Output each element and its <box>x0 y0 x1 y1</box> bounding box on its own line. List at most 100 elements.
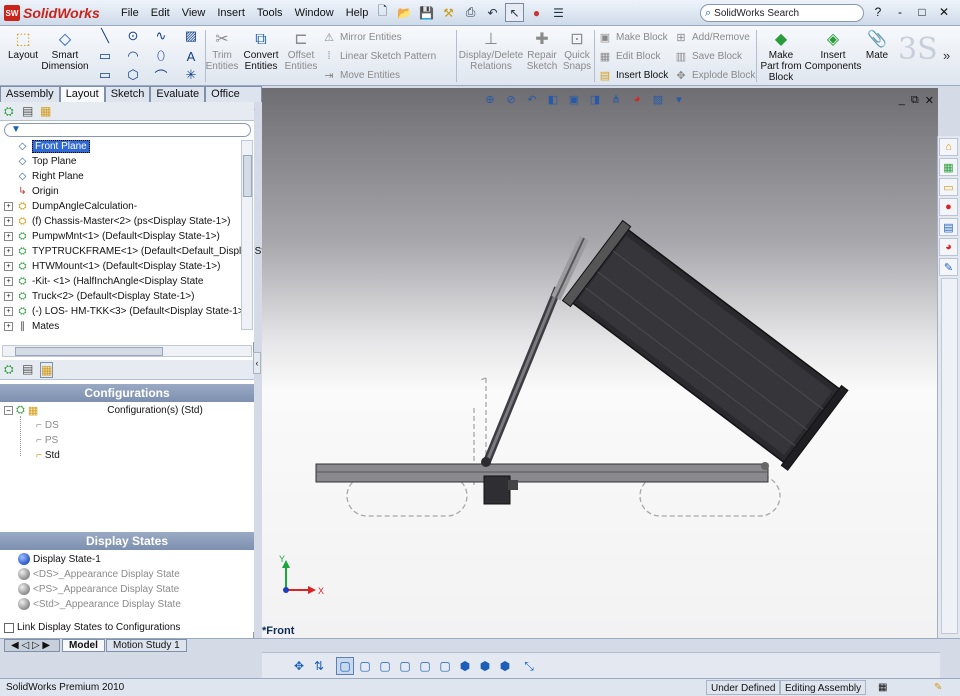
config-item-ps[interactable]: ⌐ PS <box>36 435 58 446</box>
pan-icon[interactable]: ✥ <box>290 657 308 675</box>
tree-node[interactable]: + ∥ Mates <box>4 319 59 334</box>
tree-node[interactable]: ↳ Origin <box>4 184 58 199</box>
expand-icon[interactable]: + <box>4 277 13 286</box>
linear-pattern-button[interactable]: ⁞ Linear Sketch Pattern <box>322 49 436 63</box>
tree-horizontal-scrollbar[interactable] <box>2 345 252 357</box>
insert-block-button[interactable]: ▤ Insert Block <box>598 68 668 82</box>
property-manager-tab-icon[interactable]: ▤ <box>22 104 33 118</box>
trim-entities-button[interactable]: ✂ Trim Entities <box>206 28 239 72</box>
feature-manager-tab-icon[interactable]: ⛭ <box>4 362 14 377</box>
right-view-icon[interactable]: ▢ <box>396 657 414 675</box>
expand-icon[interactable]: + <box>4 232 13 241</box>
make-block-button[interactable]: ▣ Make Block <box>598 30 668 44</box>
display-state-item[interactable]: Display State-1 <box>18 553 101 565</box>
explode-block-button[interactable]: ✥ Explode Block <box>674 68 755 82</box>
quick-snaps-button[interactable]: ⊡ Quick Snaps <box>562 28 592 72</box>
spline-tool-icon[interactable]: ∿ <box>148 27 174 45</box>
ellipse-tool-icon[interactable]: ⬯ <box>148 47 174 65</box>
graphics-area[interactable]: Y X _ ⧉ ✕ <box>262 88 938 638</box>
edit-appearance-icon[interactable]: ◕ <box>629 91 645 107</box>
solidworks-logo[interactable]: SW SolidWorks <box>4 4 100 22</box>
isometric-view-icon[interactable]: ⬢ <box>456 657 474 675</box>
tab-office-products[interactable]: Office Products <box>205 86 262 114</box>
menu-insert[interactable]: Insert <box>211 6 251 20</box>
smart-dimension-button[interactable]: ◇ Smart Dimension <box>41 28 88 72</box>
tree-node[interactable]: ◇ Right Plane <box>4 169 84 184</box>
menu-tools[interactable]: Tools <box>251 6 289 20</box>
expand-icon[interactable]: + <box>4 307 13 316</box>
rebuild-icon[interactable]: ▦ <box>874 680 891 695</box>
normal-to-icon[interactable]: ⤡ <box>520 657 538 675</box>
configuration-manager-tab-icon[interactable]: ▦ <box>40 362 54 378</box>
menu-window[interactable]: Window <box>289 6 340 20</box>
tree-node[interactable]: + ⛭ (f) Chassis-Master<2> (ps<Display Stat… <box>4 214 230 229</box>
expand-icon[interactable]: + <box>4 292 13 301</box>
solidworks-resources-icon[interactable]: ⌂ <box>939 138 958 156</box>
tree-scroll-thumb[interactable] <box>243 155 252 197</box>
tree-node[interactable]: + ⛭ -Kit- <1> (HalfInchAngle<Display State <box>4 274 203 289</box>
view-palette-icon[interactable]: ▤ <box>939 218 958 236</box>
view-orientation-icon[interactable]: ▣ <box>566 91 582 107</box>
expand-icon[interactable]: + <box>4 217 13 226</box>
task-pane-scrollbar[interactable] <box>941 278 958 634</box>
mirror-entities-button[interactable]: ⚠ Mirror Entities <box>322 30 402 44</box>
rebuild-icon[interactable]: ⚒ <box>439 3 458 22</box>
repair-sketch-button[interactable]: ✚ Repair Sketch <box>525 28 559 72</box>
tree-node[interactable]: ◇ Top Plane <box>4 154 77 169</box>
collapse-icon[interactable]: − <box>4 406 13 415</box>
insert-components-button[interactable]: ◈ Insert Components <box>805 28 862 72</box>
feature-manager-tab-icon[interactable]: ⛭ <box>4 104 14 119</box>
menu-edit[interactable]: Edit <box>145 6 176 20</box>
solidworks-search[interactable]: ⌕ <box>700 4 864 22</box>
tree-node[interactable]: + ⛭ DumpAngleCalculation- <box>4 199 137 214</box>
link-display-states-checkbox[interactable] <box>4 622 14 633</box>
bottom-view-icon[interactable]: ▢ <box>436 657 454 675</box>
make-part-from-block-button[interactable]: ◆ Make Part from Block <box>759 28 803 83</box>
centerline-arc-icon[interactable]: ⌒ <box>148 66 174 84</box>
expand-icon[interactable]: + <box>4 247 13 256</box>
pane-splitter-handle[interactable]: ‹ <box>253 352 261 374</box>
previous-view-icon[interactable]: ↶ <box>524 91 540 107</box>
print-icon[interactable]: ⎙ <box>461 3 480 22</box>
tab-sketch[interactable]: Sketch <box>104 86 151 102</box>
tab-layout[interactable]: Layout <box>59 86 105 102</box>
edit-block-button[interactable]: ▦ Edit Block <box>598 49 661 63</box>
display-delete-relations-button[interactable]: ⊥ Display/Delete Relations <box>459 28 523 72</box>
slot-tool-icon[interactable]: ▭ <box>92 66 118 84</box>
apply-scene-icon[interactable]: ▨ <box>650 91 666 107</box>
display-state-item[interactable]: <Std>_Appearance Display State <box>18 598 181 610</box>
tree-node[interactable]: + ⛭ Truck<2> (Default<Display State-1>) <box>4 289 194 304</box>
options-icon[interactable]: ☰ <box>549 3 568 22</box>
layout-button[interactable]: ⬚ Layout <box>6 28 40 61</box>
offset-entities-button[interactable]: ⊏ Offset Entities <box>284 28 318 72</box>
rotate-icon[interactable]: ⇅ <box>310 657 328 675</box>
trimetric-view-icon[interactable]: ⬢ <box>476 657 494 675</box>
nav-first-icon[interactable]: ◀ ◁ ▷ ▶ <box>4 639 60 652</box>
file-explorer-icon[interactable]: ▭ <box>939 178 958 196</box>
zoom-to-area-icon[interactable]: ⊘ <box>503 91 519 107</box>
configurations-root[interactable]: − ⛭ ▦ Configuration(s) (Std) <box>4 404 203 417</box>
display-style-icon[interactable]: ◨ <box>587 91 603 107</box>
link-display-states-option[interactable]: Link Display States to Configurations <box>4 622 180 633</box>
top-view-icon[interactable]: ▢ <box>416 657 434 675</box>
select-pointer-icon[interactable]: ↖ <box>505 3 524 22</box>
new-document-icon[interactable]: 🗋 <box>373 3 392 22</box>
open-folder-icon[interactable]: 📂 <box>395 3 414 22</box>
restore-icon[interactable]: ⧉ <box>911 94 919 107</box>
menu-file[interactable]: File <box>115 6 145 20</box>
display-state-item[interactable]: <DS>_Appearance Display State <box>18 568 180 580</box>
expand-toolbar-icon[interactable]: » <box>943 48 950 63</box>
view-settings-icon[interactable]: ▾ <box>671 91 687 107</box>
save-block-button[interactable]: ▥ Save Block <box>674 49 742 63</box>
display-state-item[interactable]: <PS>_Appearance Display State <box>18 583 179 595</box>
convert-entities-button[interactable]: ⧉ Convert Entities <box>242 28 280 72</box>
custom-properties-icon[interactable]: ✎ <box>939 258 958 276</box>
left-view-icon[interactable]: ▢ <box>376 657 394 675</box>
move-entities-button[interactable]: ⇥ Move Entities <box>322 68 400 82</box>
close-icon[interactable]: ✕ <box>925 94 934 107</box>
tree-node[interactable]: + ⛭ (-) LOS- HM-TKK<3> (Default<Display St… <box>4 304 247 319</box>
menu-view[interactable]: View <box>176 6 212 20</box>
close-icon[interactable]: ✕ <box>936 4 952 20</box>
tree-vertical-scrollbar[interactable] <box>241 140 253 330</box>
config-item-ds[interactable]: ⌐ DS <box>36 420 59 431</box>
